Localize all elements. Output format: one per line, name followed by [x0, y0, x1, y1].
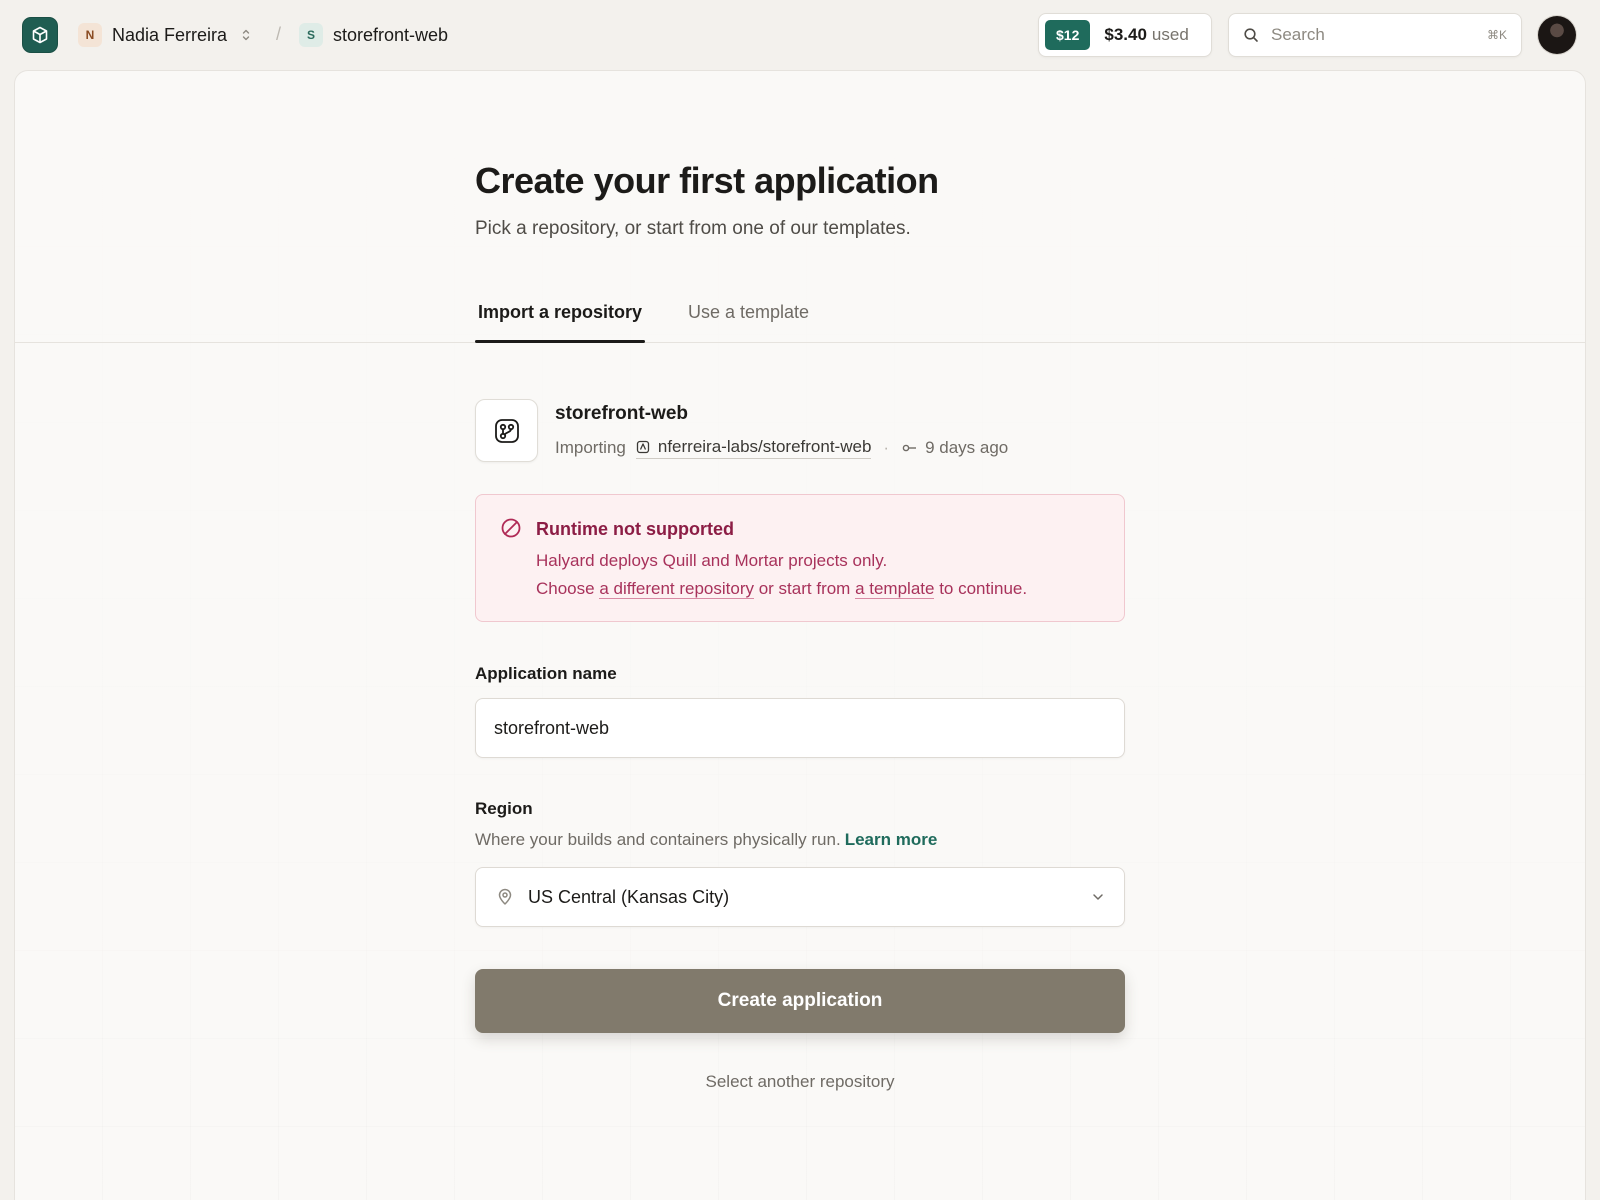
- template-link[interactable]: a template: [855, 579, 935, 599]
- page-subtitle: Pick a repository, or start from one of …: [475, 218, 911, 239]
- tab-import-repository[interactable]: Import a repository: [478, 302, 642, 323]
- usage-meter[interactable]: $12 $3.40 used: [1038, 13, 1212, 57]
- different-repository-link[interactable]: a different repository: [599, 579, 754, 599]
- repo-meta: Importing nferreira-labs/storefront-web …: [555, 436, 1008, 460]
- top-bar: N Nadia Ferreira / S storefront-web $12 …: [0, 0, 1600, 70]
- repo-link[interactable]: nferreira-labs/storefront-web: [635, 437, 872, 459]
- application-name-input[interactable]: [475, 698, 1125, 758]
- usage-label: used: [1151, 25, 1189, 44]
- chevron-down-icon: [1092, 893, 1104, 901]
- git-branch-icon: [493, 417, 521, 445]
- chevron-updown-icon: [241, 28, 251, 42]
- alert-message: Halyard deploys Quill and Mortar project…: [536, 551, 888, 570]
- application-name-label: Application name: [475, 664, 617, 683]
- usage-amount: $3.40: [1104, 25, 1147, 44]
- meta-separator: ·: [883, 438, 890, 457]
- region-help-text: Where your builds and containers physica…: [475, 830, 841, 849]
- import-status: Importing: [555, 438, 626, 457]
- region-value: US Central (Kansas City): [528, 886, 730, 907]
- org-avatar: N: [78, 23, 102, 47]
- project-breadcrumb[interactable]: S storefront-web: [299, 22, 448, 48]
- org-name: Nadia Ferreira: [112, 24, 228, 45]
- select-another-repository-link[interactable]: Select another repository: [475, 1072, 1125, 1092]
- region-label: Region: [475, 799, 533, 818]
- map-pin-icon: [496, 888, 514, 906]
- region-help: Where your builds and containers physica…: [475, 830, 937, 850]
- region-select[interactable]: US Central (Kansas City): [475, 867, 1125, 927]
- repo-full-name: nferreira-labs/storefront-web: [657, 437, 872, 456]
- breadcrumb-separator: /: [276, 24, 282, 44]
- org-switcher[interactable]: N Nadia Ferreira: [78, 22, 251, 48]
- runtime-error-alert: Runtime not supported Halyard deploys Qu…: [475, 494, 1125, 622]
- active-tab-indicator: [475, 340, 645, 343]
- repo-icon: [636, 440, 650, 454]
- last-commit-time: 9 days ago: [925, 438, 1009, 457]
- search-box[interactable]: ⌘K: [1228, 13, 1522, 57]
- alert-title: Runtime not supported: [536, 519, 734, 539]
- alert-action-text: Choose a different repository or start f…: [536, 579, 1027, 599]
- alert-text-prefix: Choose: [536, 579, 600, 598]
- tabs-divider: [14, 342, 1586, 343]
- create-application-button[interactable]: Create application: [475, 969, 1125, 1033]
- project-avatar: S: [299, 23, 323, 47]
- cube-icon: [30, 25, 50, 45]
- project-name: storefront-web: [333, 24, 449, 45]
- alert-text-suffix: to continue.: [934, 579, 1028, 598]
- search-input[interactable]: [1271, 25, 1487, 45]
- search-icon: [1243, 27, 1259, 43]
- search-shortcut: ⌘K: [1486, 28, 1507, 42]
- learn-more-link[interactable]: Learn more: [845, 830, 938, 849]
- usage-limit-badge: $12: [1045, 20, 1091, 50]
- repo-icon-box: [475, 399, 538, 462]
- prohibited-icon: [500, 517, 522, 539]
- user-avatar[interactable]: [1538, 16, 1576, 54]
- page-title: Create your first application: [475, 160, 939, 201]
- app-logo[interactable]: [22, 17, 58, 53]
- last-commit: 9 days ago: [901, 438, 1008, 458]
- tab-use-template[interactable]: Use a template: [688, 302, 809, 323]
- alert-text-middle: or start from: [754, 579, 856, 598]
- repo-name: storefront-web: [555, 403, 688, 424]
- commit-icon: [901, 443, 917, 453]
